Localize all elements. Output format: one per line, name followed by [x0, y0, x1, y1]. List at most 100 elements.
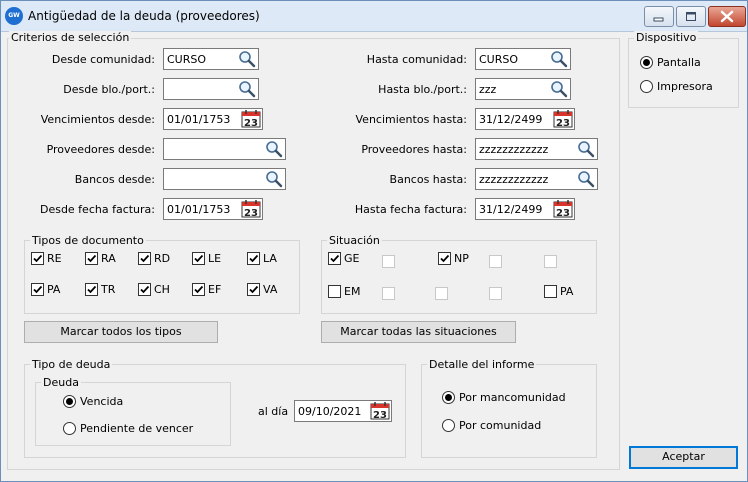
- bancos-desde-input[interactable]: [163, 168, 286, 190]
- maximize-button[interactable]: [676, 6, 706, 27]
- desde-comunidad-label: Desde comunidad:: [51, 53, 155, 66]
- calendar-icon[interactable]: 23: [553, 110, 573, 128]
- close-button[interactable]: [708, 6, 746, 27]
- radio-vencida-label: Vencida: [80, 395, 124, 408]
- checkbox-la[interactable]: [247, 252, 260, 265]
- checkbox-empty: [382, 255, 395, 268]
- dialog-window: GW Antigüedad de la deuda (proveedores) …: [0, 0, 748, 482]
- hasta-fecha-factura-input[interactable]: 31/12/2499 23: [475, 198, 575, 220]
- checkmark-icon: [194, 285, 204, 294]
- checkmark-icon: [87, 254, 97, 263]
- checkbox-pa-situacion-label: PA: [560, 285, 574, 298]
- desde-fecha-factura-value: 01/01/1753: [167, 203, 231, 216]
- search-icon[interactable]: [576, 170, 596, 188]
- checkbox-ef[interactable]: [192, 283, 205, 296]
- checkmark-icon: [87, 285, 97, 294]
- search-icon[interactable]: [237, 80, 257, 98]
- bancos-hasta-input[interactable]: zzzzzzzzzzzz: [475, 168, 598, 190]
- checkbox-empty: [489, 287, 502, 300]
- close-icon: [720, 10, 734, 23]
- vencimientos-desde-label: Vencimientos desde:: [40, 113, 155, 126]
- proveedores-hasta-label: Proveedores hasta:: [361, 143, 467, 156]
- radio-impresora-label: Impresora: [657, 80, 713, 93]
- checkbox-empty: [382, 287, 395, 300]
- checkmark-icon: [194, 254, 204, 263]
- minimize-icon: [653, 17, 664, 22]
- checkbox-ge[interactable]: [328, 252, 341, 265]
- deuda-subgroup-title: Deuda: [41, 376, 81, 389]
- checkbox-tr[interactable]: [85, 283, 98, 296]
- checkmark-icon: [140, 285, 150, 294]
- vencimientos-hasta-input[interactable]: 31/12/2499 23: [475, 108, 575, 130]
- search-icon[interactable]: [237, 50, 257, 68]
- checkbox-tr-label: TR: [101, 283, 116, 296]
- checkbox-le[interactable]: [192, 252, 205, 265]
- proveedores-hasta-input[interactable]: zzzzzzzzzzzz: [475, 138, 598, 160]
- checkbox-np-label: NP: [454, 252, 469, 265]
- hasta-fecha-factura-label: Hasta fecha factura:: [354, 203, 467, 216]
- hasta-bloque-input[interactable]: zzz: [475, 78, 571, 100]
- deuda-subgroup: [35, 382, 231, 446]
- hasta-comunidad-input[interactable]: CURSO: [475, 48, 571, 70]
- checkmark-icon: [249, 254, 259, 263]
- maximize-icon: [686, 12, 696, 21]
- radio-por-mancomunidad[interactable]: [442, 391, 455, 404]
- checkbox-re[interactable]: [31, 252, 44, 265]
- checkbox-em[interactable]: [328, 285, 341, 298]
- hasta-fecha-factura-value: 31/12/2499: [479, 203, 543, 216]
- marcar-todas-situaciones-button[interactable]: Marcar todas las situaciones: [321, 321, 516, 343]
- desde-fecha-factura-label: Desde fecha factura:: [39, 203, 155, 216]
- radio-vencida[interactable]: [63, 395, 76, 408]
- search-icon[interactable]: [264, 170, 284, 188]
- vencimientos-hasta-label: Vencimientos hasta:: [355, 113, 468, 126]
- checkbox-empty: [489, 255, 502, 268]
- search-icon[interactable]: [549, 80, 569, 98]
- search-icon[interactable]: [576, 140, 596, 158]
- proveedores-hasta-value: zzzzzzzzzzzz: [479, 143, 549, 156]
- radio-por-mancomunidad-label: Por mancomunidad: [459, 391, 566, 404]
- radio-impresora[interactable]: [640, 80, 653, 93]
- radio-pendiente[interactable]: [63, 422, 76, 435]
- proveedores-desde-label: Proveedores desde:: [46, 143, 155, 156]
- checkbox-pa-situacion[interactable]: [544, 285, 557, 298]
- checkbox-va[interactable]: [247, 283, 260, 296]
- checkbox-ra[interactable]: [85, 252, 98, 265]
- checkbox-ra-label: RA: [101, 252, 116, 265]
- criterios-group-title: Criterios de selección: [9, 31, 132, 44]
- desde-bloque-label: Desde blo./port.:: [63, 83, 155, 96]
- calendar-icon[interactable]: 23: [370, 402, 390, 420]
- minimize-button[interactable]: [644, 6, 674, 27]
- desde-comunidad-value: CURSO: [167, 53, 207, 66]
- checkbox-np[interactable]: [438, 252, 451, 265]
- checkbox-ch-label: CH: [154, 283, 170, 296]
- checkmark-icon: [330, 254, 340, 263]
- desde-comunidad-input[interactable]: CURSO: [163, 48, 259, 70]
- search-icon[interactable]: [264, 140, 284, 158]
- proveedores-desde-input[interactable]: [163, 138, 286, 160]
- checkbox-rd-label: RD: [154, 252, 171, 265]
- marcar-todos-tipos-button[interactable]: Marcar todos los tipos: [24, 321, 218, 343]
- checkbox-rd[interactable]: [138, 252, 151, 265]
- radio-pantalla[interactable]: [640, 56, 653, 69]
- radio-pantalla-label: Pantalla: [657, 56, 701, 69]
- al-dia-input[interactable]: 09/10/2021 23: [294, 400, 392, 422]
- checkbox-ch[interactable]: [138, 283, 151, 296]
- desde-fecha-factura-input[interactable]: 01/01/1753 23: [163, 198, 263, 220]
- radio-pendiente-label: Pendiente de vencer: [80, 422, 194, 435]
- calendar-icon[interactable]: 23: [241, 110, 261, 128]
- situacion-title: Situación: [327, 234, 382, 247]
- bancos-hasta-value: zzzzzzzzzzzz: [479, 173, 549, 186]
- aceptar-button[interactable]: Aceptar: [629, 446, 738, 469]
- search-icon[interactable]: [549, 50, 569, 68]
- hasta-comunidad-value: CURSO: [479, 53, 519, 66]
- calendar-icon[interactable]: 23: [241, 200, 261, 218]
- calendar-icon[interactable]: 23: [553, 200, 573, 218]
- desde-bloque-input[interactable]: [163, 78, 259, 100]
- vencimientos-desde-input[interactable]: 01/01/1753 23: [163, 108, 263, 130]
- checkbox-ge-label: GE: [344, 252, 360, 265]
- radio-por-comunidad[interactable]: [442, 419, 455, 432]
- title-bar: GW Antigüedad de la deuda (proveedores): [1, 1, 747, 32]
- al-dia-value: 09/10/2021: [298, 405, 362, 418]
- checkbox-pa[interactable]: [31, 283, 44, 296]
- bancos-hasta-label: Bancos hasta:: [389, 173, 467, 186]
